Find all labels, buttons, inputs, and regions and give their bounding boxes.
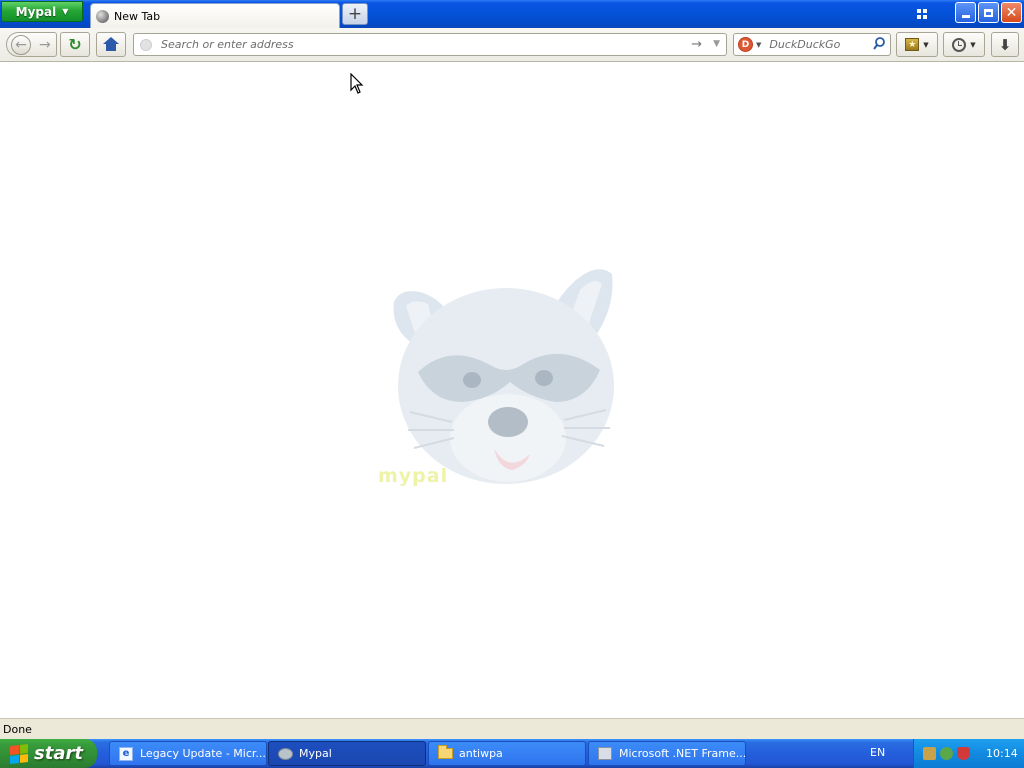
bookmarks-icon: ★ <box>905 38 920 51</box>
bookmarks-button[interactable]: ★ ▼ <box>896 32 938 57</box>
go-arrow-icon[interactable]: → <box>691 37 702 52</box>
arrow-left-icon: ← <box>15 36 27 53</box>
downloads-button[interactable]: ⬇ <box>991 32 1019 57</box>
system-tray: 10:14 <box>913 739 1024 768</box>
address-input[interactable] <box>159 37 683 52</box>
taskbar-item-dotnet-framework[interactable]: Microsoft .NET Frame... <box>588 741 746 766</box>
reload-button[interactable]: ↻ <box>60 32 90 57</box>
site-identity-icon[interactable] <box>140 38 152 51</box>
taskbar-item-mypal[interactable]: Mypal <box>268 741 426 766</box>
installer-icon <box>597 746 613 762</box>
forward-button[interactable]: → <box>39 37 51 53</box>
history-button[interactable]: ▼ <box>943 32 985 57</box>
mouse-cursor-icon <box>350 73 364 94</box>
navigation-toolbar: ← → ↻ → ▼ D ▼ ★ ▼ ▼ ⬇ <box>0 28 1024 62</box>
tab-title: New Tab <box>114 9 161 23</box>
plus-icon: + <box>347 3 363 24</box>
duckduckgo-icon[interactable]: D <box>738 37 753 52</box>
mypal-watermark: mypal <box>378 465 449 487</box>
tray-network-icon[interactable] <box>940 747 953 760</box>
taskbar-item-label: antiwpa <box>459 747 503 760</box>
chevron-down-icon: ▼ <box>923 40 929 49</box>
taskbar-item-label: Microsoft .NET Frame... <box>619 747 746 760</box>
grid-icon <box>917 9 927 19</box>
back-button[interactable]: ← <box>11 34 31 55</box>
folder-icon <box>437 745 453 762</box>
raccoon-mascot-image <box>393 269 614 484</box>
chevron-down-icon: ▼ <box>62 7 69 16</box>
reload-icon: ↻ <box>68 35 82 54</box>
internet-explorer-icon: e <box>118 746 134 762</box>
arrow-right-icon: → <box>39 36 51 53</box>
close-icon: ✕ <box>1005 4 1018 21</box>
engine-dropdown-icon[interactable]: ▼ <box>756 41 761 49</box>
mypal-raccoon-icon <box>277 746 293 762</box>
tray-app-icon[interactable] <box>923 747 936 760</box>
restore-icon <box>984 8 993 17</box>
search-input[interactable] <box>767 37 872 52</box>
home-button[interactable] <box>96 32 126 57</box>
title-bar: Mypal ▼ New Tab + ✕ <box>0 0 1024 28</box>
app-menu-label: Mypal <box>15 4 57 19</box>
history-dropdown-icon[interactable]: ▼ <box>713 39 720 49</box>
globe-icon <box>96 9 109 23</box>
status-text: Done <box>3 722 32 736</box>
taskbar-item-label: Legacy Update - Micr... <box>140 747 266 760</box>
language-indicator[interactable]: EN <box>870 746 885 759</box>
windows-logo-icon <box>10 743 28 764</box>
minimize-button[interactable] <box>955 2 976 23</box>
page-content: mypal <box>0 62 1024 718</box>
app-menu-button[interactable]: Mypal ▼ <box>1 1 83 22</box>
history-clock-icon <box>952 37 967 52</box>
taskbar-item-legacy-update[interactable]: e Legacy Update - Micr... <box>109 741 267 766</box>
address-bar[interactable]: → ▼ <box>133 33 727 56</box>
start-label: start <box>34 743 83 764</box>
tab-new-tab[interactable]: New Tab <box>90 3 340 28</box>
search-bar[interactable]: D ▼ <box>733 33 891 56</box>
new-tab-button[interactable]: + <box>342 3 368 25</box>
minimize-icon <box>961 15 970 18</box>
close-button[interactable]: ✕ <box>1001 2 1022 23</box>
taskbar-item-label: Mypal <box>299 747 332 760</box>
list-all-tabs-button[interactable] <box>915 8 929 20</box>
status-bar: Done <box>0 718 1024 739</box>
search-icon[interactable] <box>873 37 885 54</box>
security-shield-icon[interactable] <box>957 747 970 760</box>
taskbar-item-antiwpa[interactable]: antiwpa <box>428 741 586 766</box>
windows-taskbar: start e Legacy Update - Micr... Mypal an… <box>0 739 1024 768</box>
start-button[interactable]: start <box>0 739 97 768</box>
chevron-down-icon: ▼ <box>970 40 976 49</box>
restore-button[interactable] <box>978 2 999 23</box>
back-forward-group: ← → <box>6 32 57 57</box>
tray-clock[interactable]: 10:14 <box>986 747 1018 760</box>
download-arrow-icon: ⬇ <box>998 35 1012 54</box>
home-icon <box>103 37 119 51</box>
